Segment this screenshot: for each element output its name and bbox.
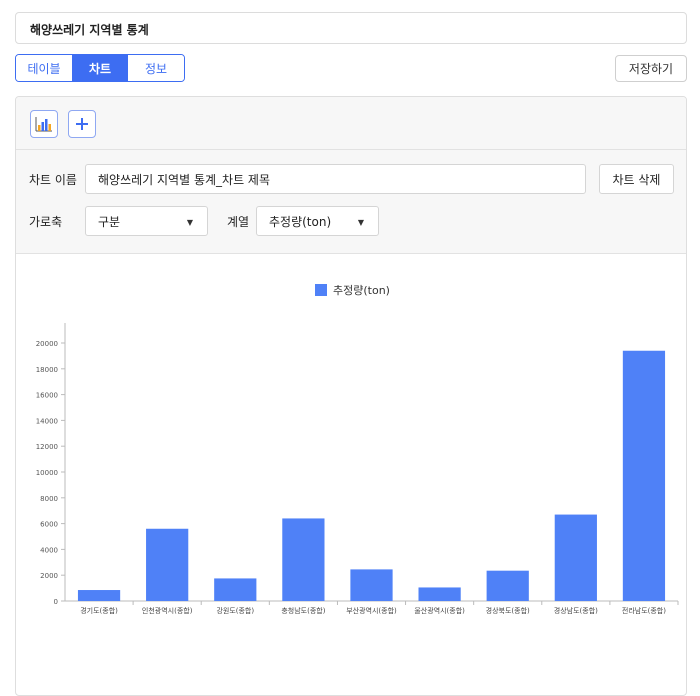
series-value: 추정량(ton) <box>269 214 332 229</box>
y-tick-label: 4000 <box>40 546 58 554</box>
bar <box>214 578 257 601</box>
chart-name-input[interactable]: 해양쓰레기 지역별 통계_차트 제목 <box>85 164 586 194</box>
x-tick-label: 인천광역시(종합) <box>142 606 193 615</box>
page-title: 해양쓰레기 지역별 통계 <box>30 23 149 37</box>
bar-chart-icon[interactable] <box>30 110 58 138</box>
x-tick-label: 울산광역시(종합) <box>414 606 465 615</box>
plus-icon[interactable] <box>68 110 96 138</box>
x-tick-label: 경기도(종합) <box>80 606 118 615</box>
y-tick-label: 10000 <box>36 469 58 477</box>
y-tick-label: 16000 <box>36 392 58 400</box>
legend-label: 추정량(ton) <box>333 284 390 297</box>
y-tick-label: 12000 <box>36 443 58 451</box>
x-tick-label: 전라남도(종합) <box>622 606 666 615</box>
view-tabs: 테이블 차트 정보 <box>15 54 185 82</box>
chevron-down-icon: ▼ <box>357 218 364 227</box>
y-tick-label: 6000 <box>40 521 58 529</box>
chart-toolbar <box>16 97 686 150</box>
chart-name-label: 차트 이름 <box>29 173 77 187</box>
bar <box>350 569 393 601</box>
x-tick-label: 경상남도(종합) <box>554 606 598 615</box>
x-tick-label: 충청남도(종합) <box>281 606 325 615</box>
bar <box>554 514 597 601</box>
y-tick-label: 8000 <box>40 495 58 503</box>
series-select[interactable]: 추정량(ton) ▼ <box>256 206 379 236</box>
chart-panel: 차트 이름 해양쓰레기 지역별 통계_차트 제목 차트 삭제 가로축 구분 ▼ … <box>15 96 687 696</box>
x-tick-label: 부산광역시(종합) <box>346 606 397 615</box>
y-tick-label: 18000 <box>36 366 58 374</box>
title-field[interactable]: 해양쓰레기 지역별 통계 <box>15 12 687 44</box>
xaxis-select[interactable]: 구분 ▼ <box>85 206 208 236</box>
y-tick-label: 20000 <box>36 340 58 348</box>
y-tick-label: 14000 <box>36 417 58 425</box>
save-button[interactable]: 저장하기 <box>615 55 687 82</box>
bar-chart: 추정량(ton) 0 2000 4000 6000 8000 10000 12000 14000… <box>36 284 679 615</box>
tab-chart[interactable]: 차트 <box>72 55 128 81</box>
xaxis-label: 가로축 <box>29 215 63 229</box>
chevron-down-icon: ▼ <box>186 218 193 227</box>
y-tick-label: 0 <box>54 598 58 606</box>
y-tick-label: 2000 <box>40 572 58 580</box>
bar <box>486 570 529 601</box>
xaxis-value: 구분 <box>98 214 121 229</box>
bar <box>146 528 189 601</box>
x-tick-label: 강원도(종합) <box>216 606 254 615</box>
bar <box>77 590 121 601</box>
chart-name-value: 해양쓰레기 지역별 통계_차트 제목 <box>98 172 271 187</box>
bar <box>418 587 461 601</box>
bar <box>622 350 666 601</box>
legend-swatch <box>315 284 327 296</box>
tab-info[interactable]: 정보 <box>128 55 184 81</box>
delete-chart-button[interactable]: 차트 삭제 <box>599 164 674 194</box>
x-tick-label: 경상북도(종합) <box>486 606 530 615</box>
series-label: 계열 <box>227 215 250 229</box>
chart-settings: 차트 이름 해양쓰레기 지역별 통계_차트 제목 차트 삭제 가로축 구분 ▼ … <box>16 150 686 254</box>
bar <box>282 518 325 601</box>
tab-table[interactable]: 테이블 <box>16 55 72 81</box>
